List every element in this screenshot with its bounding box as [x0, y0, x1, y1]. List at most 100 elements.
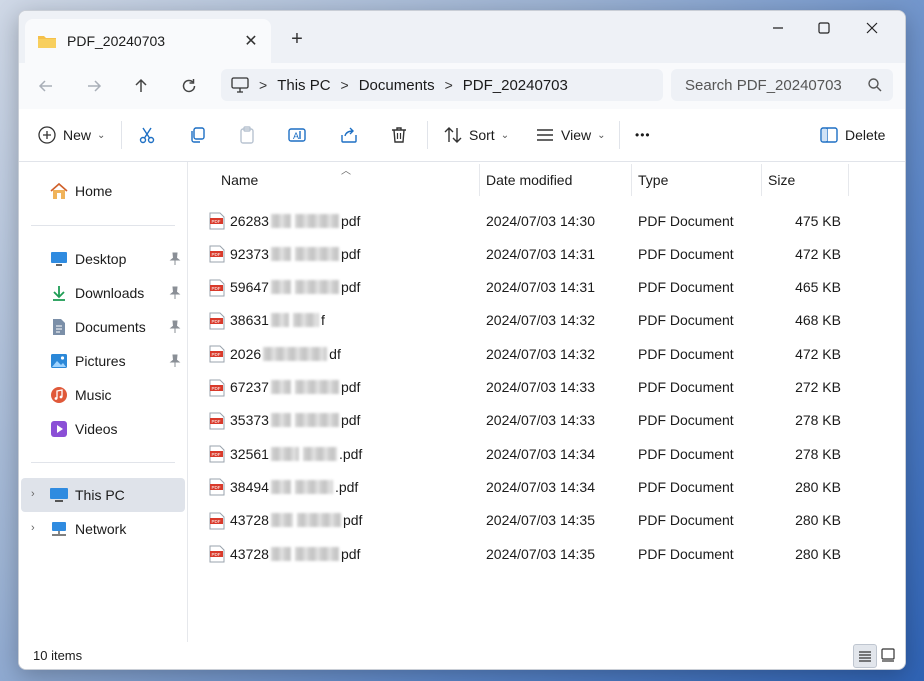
file-row[interactable]: PDF 67237 pdf 2024/07/03 14:33 PDF Document 2… — [189, 371, 905, 404]
toolbar-divider — [121, 121, 122, 149]
file-date: 2024/07/03 14:35 — [486, 512, 595, 529]
pin-icon[interactable] — [169, 252, 181, 266]
sidebar-item-desktop[interactable]: Desktop — [21, 242, 185, 276]
breadcrumb-current-folder[interactable]: PDF_20240703 — [463, 77, 568, 94]
sidebar-item-documents[interactable]: Documents — [21, 310, 185, 344]
sidebar-item-label: Home — [75, 183, 113, 199]
back-button[interactable] — [31, 71, 61, 101]
file-row[interactable]: PDF 43728 pdf 2024/07/03 14:35 PDF Document 2… — [189, 504, 905, 537]
redacted-text — [270, 446, 299, 461]
chevron-down-icon: ⌄ — [500, 129, 510, 141]
column-divider[interactable] — [761, 164, 762, 196]
paste-button[interactable] — [237, 119, 257, 151]
file-name-suffix: pdf — [340, 245, 361, 262]
search-input[interactable] — [683, 75, 867, 95]
new-button[interactable]: New ⌄ — [37, 119, 105, 151]
pdf-file-icon: PDF — [209, 412, 225, 430]
address-bar[interactable]: > This PC > Documents > PDF_20240703 — [221, 69, 663, 101]
plus-circle-icon — [38, 126, 56, 144]
up-button[interactable] — [126, 71, 156, 101]
sidebar-item-music[interactable]: Music — [21, 378, 185, 412]
file-type: PDF Document — [638, 312, 734, 329]
copy-button[interactable] — [187, 119, 207, 151]
column-header-date[interactable]: Date modified — [486, 162, 631, 198]
refresh-button[interactable] — [174, 71, 204, 101]
minimize-button[interactable] — [755, 11, 801, 45]
pin-icon[interactable] — [169, 320, 181, 334]
sidebar-item-downloads[interactable]: Downloads — [21, 276, 185, 310]
sidebar-item-videos[interactable]: Videos — [21, 412, 185, 446]
file-name-prefix: 92373 — [230, 245, 269, 262]
new-tab-button[interactable]: + — [285, 27, 309, 51]
file-name-suffix: .pdf — [334, 478, 359, 495]
close-tab-icon[interactable]: ✕ — [241, 31, 261, 51]
file-size: 272 KB — [795, 379, 841, 395]
breadcrumb-documents[interactable]: Documents — [359, 77, 435, 94]
forward-button[interactable] — [79, 71, 109, 101]
sort-button[interactable]: Sort ⌄ — [443, 119, 509, 151]
tiles-view-icon — [881, 648, 895, 662]
file-row[interactable]: PDF 35373 pdf 2024/07/03 14:33 PDF Document 2… — [189, 404, 905, 437]
file-row[interactable]: PDF 38631 f 2024/07/03 14:32 PDF Document 468… — [189, 304, 905, 337]
file-date: 2024/07/03 14:34 — [486, 478, 595, 495]
redacted-text — [270, 313, 289, 328]
redacted-text — [294, 479, 333, 494]
file-size: 475 KB — [795, 212, 841, 229]
file-name-prefix: 32561 — [230, 445, 269, 462]
file-name-suffix: pdf — [340, 212, 361, 229]
file-row[interactable]: PDF 43728 pdf 2024/07/03 14:35 PDF Document 2… — [189, 537, 905, 570]
sidebar-item-network[interactable]: › Network — [21, 512, 185, 546]
title-bar: PDF_20240703 ✕ + — [19, 11, 905, 63]
file-row[interactable]: PDF 2026 df 2024/07/03 14:32 PDF Document 472… — [189, 337, 905, 370]
svg-text:A: A — [293, 131, 299, 141]
close-window-button[interactable] — [849, 11, 895, 45]
file-size: 472 KB — [795, 345, 841, 362]
sidebar-item-pictures[interactable]: Pictures — [21, 344, 185, 378]
redacted-text — [294, 246, 339, 261]
delete-button[interactable]: Delete — [819, 119, 885, 151]
file-name: 43728 pdf — [230, 504, 362, 537]
column-divider[interactable] — [631, 164, 632, 196]
videos-icon — [49, 419, 69, 439]
sidebar-item-home[interactable]: Home — [21, 174, 185, 208]
file-name-suffix: pdf — [340, 279, 361, 296]
file-name-suffix: df — [329, 345, 341, 362]
column-divider[interactable] — [848, 164, 849, 196]
folder-tab[interactable]: PDF_20240703 ✕ — [25, 19, 271, 63]
tiles-view-button[interactable] — [877, 644, 899, 666]
file-size: 472 KB — [795, 245, 841, 262]
file-row[interactable]: PDF 59647 pdf 2024/07/03 14:31 PDF Document 4… — [189, 271, 905, 304]
sort-label: Sort — [469, 127, 495, 143]
scissors-icon — [139, 127, 155, 144]
back-arrow-icon — [38, 80, 52, 92]
rename-button[interactable]: A — [287, 119, 307, 151]
column-header-size[interactable]: Size — [768, 162, 848, 198]
chevron-right-icon[interactable]: › — [31, 522, 35, 534]
cut-button[interactable] — [137, 119, 157, 151]
file-date: 2024/07/03 14:35 — [486, 545, 595, 562]
chevron-right-icon[interactable]: › — [31, 488, 35, 500]
more-options-button[interactable]: ••• — [635, 119, 651, 151]
column-header-type[interactable]: Type — [638, 162, 758, 198]
view-button[interactable]: View ⌄ — [535, 119, 605, 151]
sidebar-item-label: Documents — [75, 319, 146, 335]
share-button[interactable] — [339, 119, 359, 151]
file-row[interactable]: PDF 32561 .pdf 2024/07/03 14:34 PDF Document… — [189, 437, 905, 470]
file-size: 280 KB — [795, 512, 841, 529]
delete-icon-button[interactable] — [389, 119, 409, 151]
search-box[interactable] — [671, 69, 893, 101]
pdf-file-icon: PDF — [209, 445, 225, 463]
column-header-name[interactable]: Name — [221, 162, 476, 198]
file-row[interactable]: PDF 26283 pdf 2024/07/03 14:30 PDF Document 4… — [189, 204, 905, 237]
column-divider[interactable] — [479, 164, 480, 196]
pdf-file-icon: PDF — [209, 545, 225, 563]
breadcrumb-this-pc[interactable]: This PC — [277, 77, 330, 94]
file-date: 2024/07/03 14:32 — [486, 312, 595, 329]
file-row[interactable]: PDF 38494 .pdf 2024/07/03 14:34 PDF Document… — [189, 470, 905, 503]
pin-icon[interactable] — [169, 354, 181, 368]
details-view-button[interactable] — [853, 644, 877, 668]
maximize-button[interactable] — [801, 11, 847, 45]
file-row[interactable]: PDF 92373 pdf 2024/07/03 14:31 PDF Document 4… — [189, 237, 905, 270]
sidebar-item-this-pc[interactable]: › This PC — [21, 478, 185, 512]
pin-icon[interactable] — [169, 286, 181, 300]
